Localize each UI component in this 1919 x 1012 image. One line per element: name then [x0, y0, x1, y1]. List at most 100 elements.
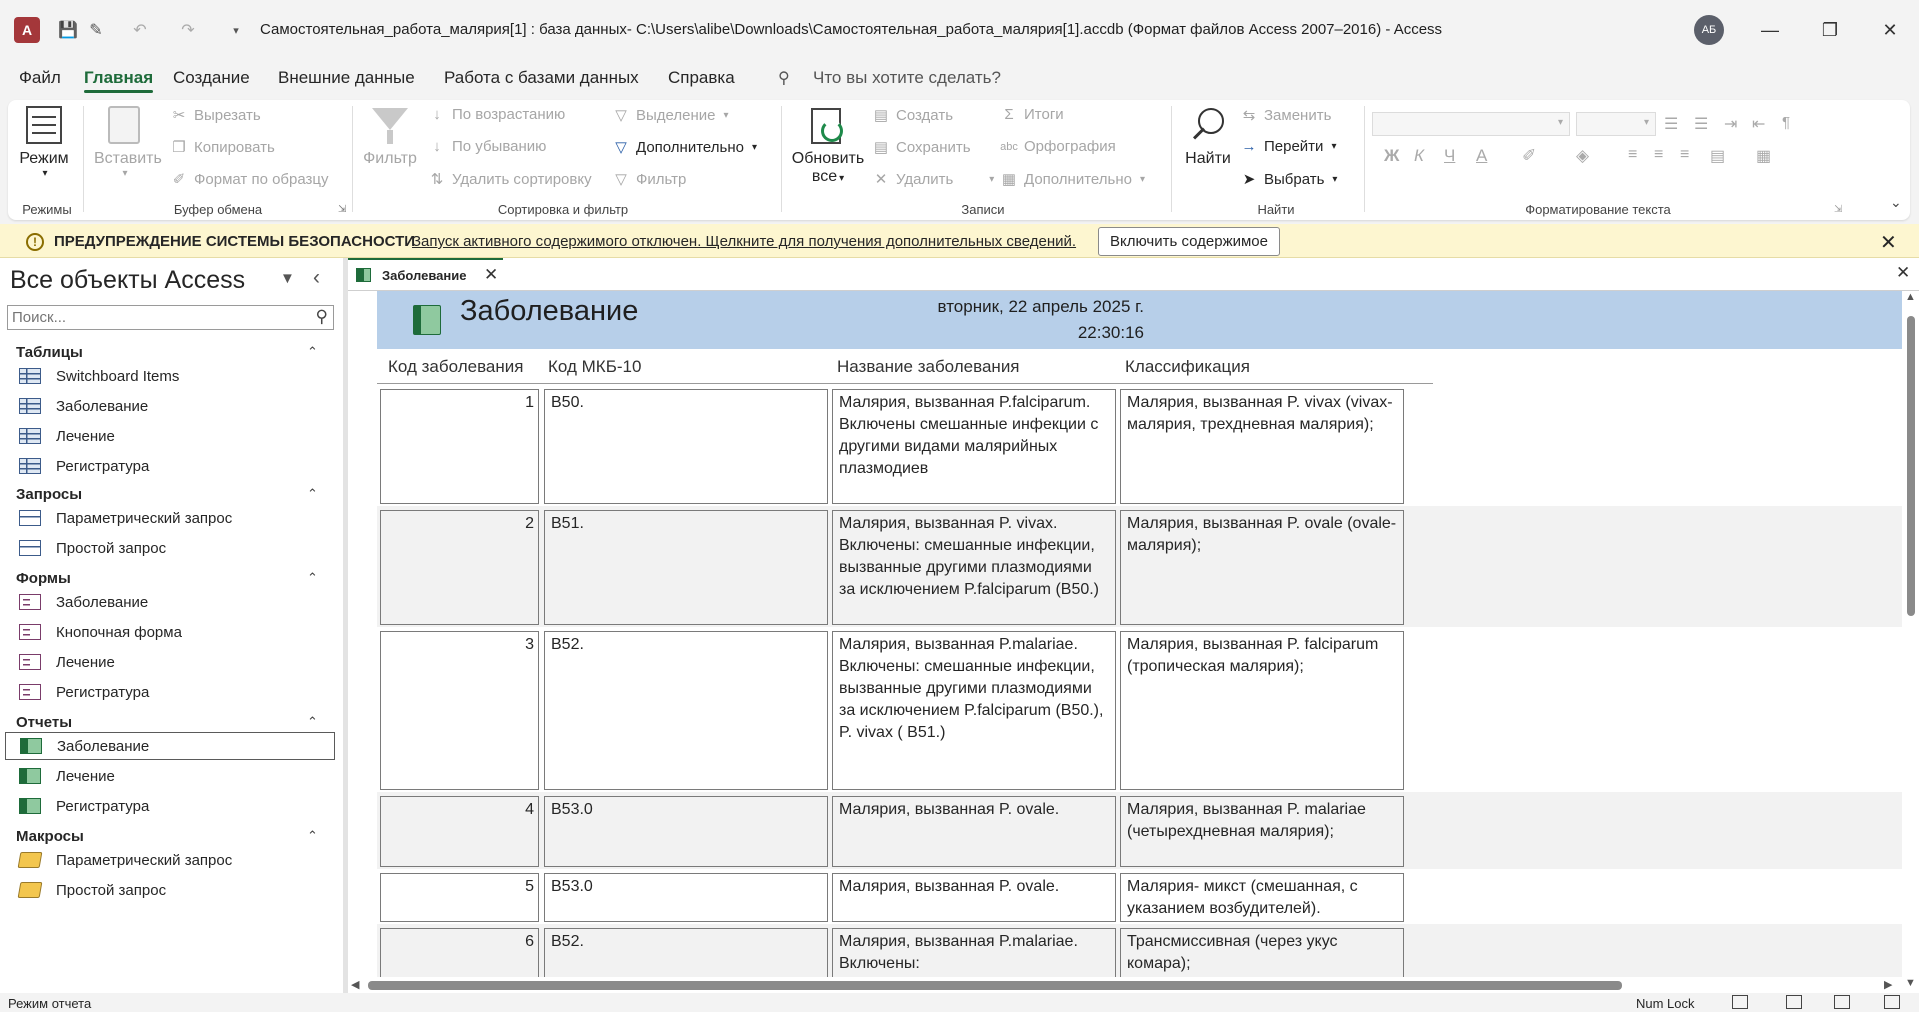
toggle-filter-button[interactable]: ▽ Фильтр [612, 170, 686, 189]
spelling-button[interactable]: abc Орфография [1000, 138, 1116, 155]
search-icon[interactable]: ⚲ [778, 68, 790, 88]
vertical-scrollbar[interactable]: ▲ ▼ [1902, 291, 1919, 993]
nav-item-form[interactable]: Кнопочная форма [5, 618, 335, 646]
tab-external-data[interactable]: Внешние данные [278, 68, 415, 88]
nav-item-query[interactable]: Параметрический запрос [5, 504, 335, 532]
nav-item-table[interactable]: Регистратура [5, 452, 335, 480]
remove-sort-button[interactable]: ⇅ Удалить сортировку [428, 170, 592, 189]
nav-item-table[interactable]: Заболевание [5, 392, 335, 420]
align-center-icon[interactable]: ≡ [1654, 146, 1663, 164]
scroll-left-icon[interactable]: ◀ [351, 978, 359, 991]
vertical-scroll-thumb[interactable] [1907, 316, 1915, 616]
sort-ascending-button[interactable]: ↓ По возрастанию [428, 106, 565, 123]
nav-item-report[interactable]: Лечение [5, 762, 335, 790]
close-document-icon[interactable]: ✕ [1896, 263, 1910, 283]
align-right-icon[interactable]: ≡ [1680, 146, 1689, 164]
scroll-right-icon[interactable]: ▶ [1884, 978, 1892, 991]
nav-item-macro[interactable]: Простой запрос [5, 876, 335, 904]
indent-decrease-icon[interactable]: ⇤ [1752, 114, 1765, 134]
totals-button[interactable]: Σ Итоги [1000, 106, 1063, 123]
format-painter-button[interactable]: ✐ Формат по образцу [170, 170, 329, 189]
scroll-up-icon[interactable]: ▲ [1905, 291, 1916, 303]
sort-descending-button[interactable]: ↓ По убыванию [428, 138, 546, 155]
nav-item-form[interactable]: Заболевание [5, 588, 335, 616]
nav-item-query[interactable]: Простой запрос [5, 534, 335, 562]
chevron-up-icon[interactable]: ⌃ [307, 828, 318, 844]
save-icon[interactable]: 💾 [56, 18, 80, 42]
chevron-up-icon[interactable]: ⌃ [307, 486, 318, 502]
underline-icon[interactable]: Ч [1444, 146, 1455, 166]
view-button[interactable]: Режим ▾ [18, 106, 70, 179]
paste-button[interactable]: Вставить ▾ [94, 106, 162, 179]
tab-database-tools[interactable]: Работа с базами данных [444, 68, 639, 88]
advanced-filter-button[interactable]: ▽ Дополнительно ▾ [612, 138, 757, 157]
font-size-select[interactable]: ▾ [1576, 112, 1656, 136]
user-avatar[interactable]: АБ [1694, 15, 1724, 45]
form-view-icon[interactable]: ✎ [84, 18, 108, 42]
new-record-button[interactable]: ▤ Создать [872, 106, 953, 125]
paragraph-direction-icon[interactable]: ¶ [1782, 114, 1790, 131]
tab-create[interactable]: Создание [173, 68, 250, 88]
nav-item-macro[interactable]: Параметрический запрос [5, 846, 335, 874]
chevron-up-icon[interactable]: ⌃ [307, 344, 318, 360]
collapse-ribbon-icon[interactable]: ⌄ [1890, 194, 1902, 211]
horizontal-scrollbar[interactable]: ◀ ▶ [348, 977, 1902, 993]
tab-home[interactable]: Главная [84, 68, 154, 93]
document-tab[interactable]: Заболевание ✕ [348, 258, 503, 290]
security-warning-link[interactable]: Запуск активного содержимого отключен. Щ… [412, 233, 1076, 250]
gridlines-icon[interactable]: ▦ [1756, 146, 1771, 166]
nav-pane-title[interactable]: Все объекты Access [10, 266, 245, 295]
nav-menu-chevron-icon[interactable]: ▼ [280, 270, 295, 287]
save-record-button[interactable]: ▤ Сохранить [872, 138, 971, 157]
scroll-down-icon[interactable]: ▼ [1905, 977, 1916, 989]
nav-item-form[interactable]: Лечение [5, 648, 335, 676]
nav-search-box[interactable]: ⚲ [7, 305, 334, 330]
highlight-icon[interactable]: ✐ [1522, 146, 1536, 166]
nav-group-macros[interactable]: Макросы [16, 828, 84, 845]
align-left-icon[interactable]: ≡ [1628, 146, 1637, 164]
more-records-button[interactable]: ▦ Дополнительно ▾ [1000, 170, 1145, 189]
report-view-icon[interactable] [1732, 995, 1748, 1009]
collapse-pane-icon[interactable]: ‹ [313, 266, 320, 290]
enable-content-button[interactable]: Включить содержимое [1098, 227, 1280, 256]
nav-item-report[interactable]: Заболевание [5, 732, 335, 760]
find-button[interactable]: Найти [1180, 106, 1236, 168]
minimize-button[interactable]: — [1750, 14, 1790, 46]
fill-color-icon[interactable]: ◈ [1576, 146, 1589, 166]
nav-search-input[interactable] [12, 309, 297, 326]
dialog-launcher-icon[interactable]: ⇲ [1834, 204, 1842, 215]
customize-quick-access-icon[interactable]: ▾ [224, 18, 248, 42]
close-tab-icon[interactable]: ✕ [484, 265, 498, 285]
font-name-select[interactable]: ▾ [1372, 112, 1570, 136]
select-button[interactable]: ➤ Выбрать ▾ [1240, 170, 1338, 189]
font-color-icon[interactable]: A [1476, 146, 1487, 166]
bold-icon[interactable]: Ж [1384, 146, 1399, 166]
indent-increase-icon[interactable]: ⇥ [1724, 114, 1737, 134]
tab-help[interactable]: Справка [668, 68, 735, 88]
alternate-row-color-icon[interactable]: ▤ [1710, 146, 1725, 166]
close-window-button[interactable]: ✕ [1870, 14, 1910, 46]
chevron-up-icon[interactable]: ⌃ [307, 714, 318, 730]
refresh-all-button[interactable]: Обновить все ▾ [790, 106, 866, 186]
tell-me-search[interactable]: Что вы хотите сделать? [813, 68, 1001, 88]
numbering-icon[interactable]: ☰ [1694, 114, 1708, 134]
nav-item-table[interactable]: Switchboard Items [5, 362, 335, 390]
horizontal-scroll-thumb[interactable] [368, 981, 1622, 990]
nav-item-table[interactable]: Лечение [5, 422, 335, 450]
selection-button[interactable]: ▽ Выделение ▾ [612, 106, 728, 125]
nav-group-tables[interactable]: Таблицы [16, 344, 83, 361]
nav-group-reports[interactable]: Отчеты [16, 714, 72, 731]
layout-view-icon[interactable] [1834, 995, 1850, 1009]
design-view-icon[interactable] [1884, 995, 1900, 1009]
cut-button[interactable]: ✂ Вырезать [170, 106, 261, 125]
chevron-up-icon[interactable]: ⌃ [307, 570, 318, 586]
nav-group-queries[interactable]: Запросы [16, 486, 82, 503]
goto-button[interactable]: → Перейти ▾ [1240, 138, 1337, 155]
print-preview-icon[interactable] [1786, 995, 1802, 1009]
restore-button[interactable]: ❐ [1810, 14, 1850, 46]
nav-item-report[interactable]: Регистратура [5, 792, 335, 820]
tab-file[interactable]: Файл [19, 68, 61, 88]
bullets-icon[interactable]: ☰ [1664, 114, 1678, 134]
copy-button[interactable]: ❐ Копировать [170, 138, 275, 157]
italic-icon[interactable]: К [1414, 146, 1424, 166]
